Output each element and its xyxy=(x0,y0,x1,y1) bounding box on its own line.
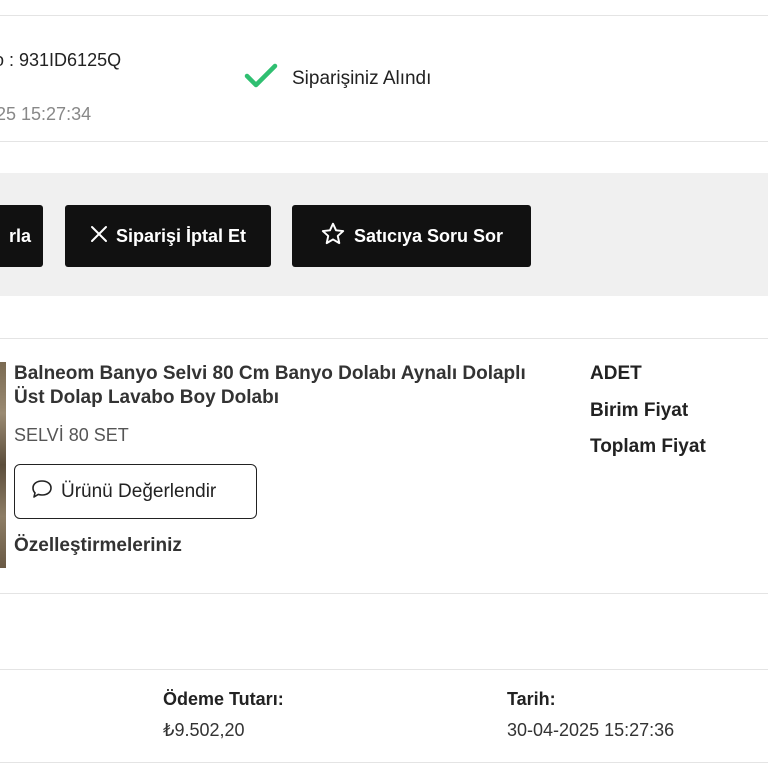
payment-amount-label: Ödeme Tutarı: xyxy=(163,689,284,709)
product-variant: SELVİ 80 SET xyxy=(14,425,129,445)
divider-top xyxy=(0,15,768,16)
cancel-order-label: Siparişi İptal Et xyxy=(115,225,247,246)
customizations-link[interactable]: Özelleştirmeleriniz xyxy=(14,535,182,557)
status-text: Siparişiniz Alındı xyxy=(292,67,432,89)
product-title[interactable]: Balneom Banyo Selvi 80 Cm Banyo Dolabı A… xyxy=(14,362,554,410)
partial-action-button[interactable]: rla xyxy=(0,205,43,267)
divider-header xyxy=(0,141,768,142)
divider-payment-top xyxy=(0,669,768,670)
payment-date: 30-04-2025 15:27:36 xyxy=(507,720,675,740)
quantity-label: ADET xyxy=(590,363,642,384)
partial-action-label: rla xyxy=(8,225,31,246)
order-date: 25 15:27:34 xyxy=(0,104,92,124)
check-icon xyxy=(244,62,278,95)
comment-icon xyxy=(31,479,53,505)
cancel-order-button[interactable]: Siparişi İptal Et xyxy=(65,205,271,267)
ask-seller-label: Satıcıya Soru Sor xyxy=(353,225,504,246)
divider-product-bottom xyxy=(0,593,768,594)
close-icon xyxy=(90,225,108,248)
payment-date-label: Tarih: xyxy=(507,689,556,709)
star-icon xyxy=(320,221,346,252)
unit-price-label: Birim Fiyat xyxy=(590,400,689,421)
payment-amount: ₺9.502,20 xyxy=(163,720,245,740)
divider-bottom xyxy=(0,762,768,763)
order-status: Siparişiniz Alındı xyxy=(244,62,431,95)
ask-seller-button[interactable]: Satıcıya Soru Sor xyxy=(292,205,531,267)
total-price-label: Toplam Fiyat xyxy=(590,436,706,457)
product-image[interactable] xyxy=(0,362,6,568)
divider-product-top xyxy=(0,338,768,339)
review-product-label: Ürünü Değerlendir xyxy=(61,480,217,502)
order-code: o : 931ID6125Q xyxy=(0,50,122,70)
review-product-button[interactable]: Ürünü Değerlendir xyxy=(14,464,257,519)
